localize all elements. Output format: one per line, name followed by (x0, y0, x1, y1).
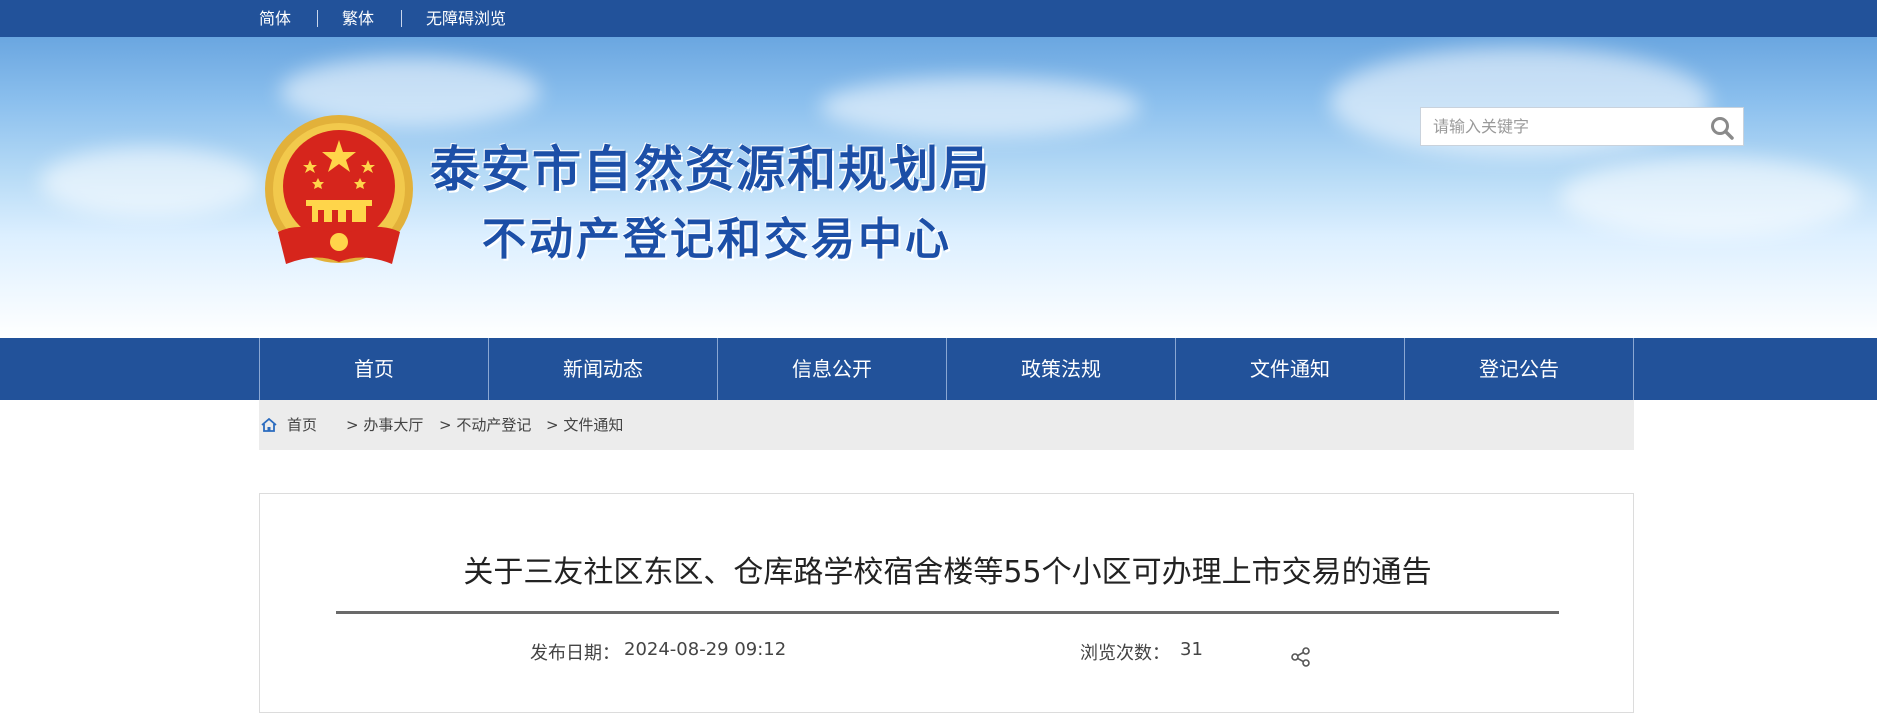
breadcrumb-home[interactable]: 首页 (287, 400, 317, 450)
view-count-label: 浏览次数： (1080, 643, 1170, 664)
nav-item-home[interactable]: 首页 (260, 338, 488, 400)
view-count: 31 (1180, 639, 1203, 660)
national-emblem-icon (265, 115, 413, 264)
search-input[interactable] (1421, 108, 1701, 145)
search-icon[interactable] (1709, 115, 1735, 141)
breadcrumb-item[interactable]: > 不动产登记 (439, 400, 531, 450)
site-title: 泰安市自然资源和规划局 (430, 141, 992, 198)
main-nav: 首页 新闻动态 信息公开 政策法规 文件通知 登记公告 (0, 338, 1877, 400)
accessibility-link[interactable]: 无障碍浏览 (426, 0, 506, 37)
breadcrumb-item[interactable]: > 办事大厅 (346, 400, 423, 450)
lang-simplified-link[interactable]: 简体 (259, 0, 291, 37)
title-divider (336, 611, 1559, 614)
nav-item-registration-announcements[interactable]: 登记公告 (1405, 338, 1633, 400)
nav-item-policies[interactable]: 政策法规 (947, 338, 1175, 400)
topbar-divider (317, 10, 318, 27)
home-icon (261, 418, 277, 432)
breadcrumb-item[interactable]: > 文件通知 (546, 400, 623, 450)
nav-item-news[interactable]: 新闻动态 (489, 338, 717, 400)
search-box (1420, 107, 1744, 146)
topbar-divider (401, 10, 402, 27)
publish-date-label: 发布日期： (530, 643, 620, 664)
article-title: 关于三友社区东区、仓库路学校宿舍楼等55个小区可办理上市交易的通告 (463, 555, 1432, 590)
nav-item-notices[interactable]: 文件通知 (1176, 338, 1404, 400)
banner-cloud (40, 147, 260, 217)
nav-divider (1633, 338, 1634, 400)
banner-cloud (820, 77, 1140, 137)
publish-date: 2024-08-29 09:12 (624, 639, 787, 660)
breadcrumb: 首页 > 办事大厅 > 不动产登记 > 文件通知 (259, 400, 1634, 450)
share-icon[interactable] (1290, 646, 1312, 668)
nav-item-info-disclosure[interactable]: 信息公开 (718, 338, 946, 400)
top-bar: 简体 繁体 无障碍浏览 (0, 0, 1877, 37)
article-panel: 关于三友社区东区、仓库路学校宿舍楼等55个小区可办理上市交易的通告 发布日期： … (259, 493, 1634, 713)
banner-cloud (1560, 157, 1860, 237)
site-subtitle: 不动产登记和交易中心 (482, 214, 952, 265)
lang-traditional-link[interactable]: 繁体 (342, 0, 374, 37)
